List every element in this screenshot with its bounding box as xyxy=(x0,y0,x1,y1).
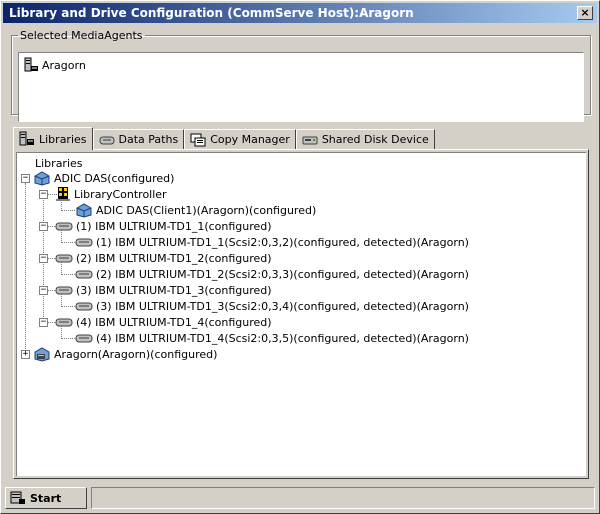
title-bar[interactable]: Library and Drive Configuration (CommSer… xyxy=(3,3,597,23)
tree-connector xyxy=(61,210,75,211)
tab-strip: Libraries Data Paths Copy Manager Shared… xyxy=(13,127,435,150)
tree-node-label: ADIC DAS(configured) xyxy=(54,171,175,185)
selected-mediaagents-label: Selected MediaAgents xyxy=(20,29,143,42)
expand-drive-3[interactable]: − xyxy=(39,286,48,295)
library-drive-config-window: Library and Drive Configuration (CommSer… xyxy=(0,0,600,514)
tree-node-drive-1[interactable]: (1) IBM ULTRIUM-TD1_1(configured) xyxy=(55,218,272,234)
tree-node-drive-4[interactable]: (4) IBM ULTRIUM-TD1_4(configured) xyxy=(55,314,272,330)
tree-node-aragorn-library[interactable]: Aragorn(Aragorn)(configured) xyxy=(33,346,217,362)
tree-node-label: (3) IBM ULTRIUM-TD1_3(configured) xyxy=(76,283,272,297)
tape-drive-icon xyxy=(75,236,93,248)
selected-mediaagents-group: Selected MediaAgents Aragorn xyxy=(11,29,591,122)
tree-node-label: Aragorn(Aragorn)(configured) xyxy=(54,347,218,361)
tape-drive-icon xyxy=(55,252,73,264)
tree-node-drive-3-detail[interactable]: (3) IBM ULTRIUM-TD1_3(Scsi2:0,3,4)(confi… xyxy=(75,298,469,314)
tape-drive-icon xyxy=(75,300,93,312)
tree-node-label: (1) IBM ULTRIUM-TD1_1(Scsi2:0,3,2)(confi… xyxy=(96,235,469,249)
tree-root-label: Libraries xyxy=(35,156,83,170)
tree-node-drive-2[interactable]: (2) IBM ULTRIUM-TD1_2(configured) xyxy=(55,250,272,266)
expand-aragorn-library[interactable]: + xyxy=(21,350,30,359)
tree-node-label: LibraryController xyxy=(74,187,167,201)
tab-shared-disk-device[interactable]: Shared Disk Device xyxy=(295,129,435,149)
libraries-tab-panel: Libraries − ADIC DAS(configured) − Libra… xyxy=(13,149,589,479)
copy-manager-icon xyxy=(190,132,206,148)
tree-node-adic-das[interactable]: ADIC DAS(configured) xyxy=(33,170,174,186)
tab-libraries[interactable]: Libraries xyxy=(13,127,93,150)
tape-drive-icon xyxy=(55,316,73,328)
library-icon xyxy=(19,131,35,147)
tree-connector xyxy=(61,306,75,307)
tree-node-drive-3[interactable]: (3) IBM ULTRIUM-TD1_3(configured) xyxy=(55,282,272,298)
status-field xyxy=(91,487,595,509)
mediaagent-label: Aragorn xyxy=(42,58,86,72)
expand-library-controller[interactable]: − xyxy=(39,190,48,199)
tab-copy-manager[interactable]: Copy Manager xyxy=(184,129,296,149)
tape-icon xyxy=(99,134,115,146)
tree-node-label: (1) IBM ULTRIUM-TD1_1(configured) xyxy=(76,219,272,233)
start-button[interactable]: Start xyxy=(5,487,87,509)
tape-drive-icon xyxy=(55,220,73,232)
tab-libraries-label: Libraries xyxy=(39,132,87,146)
mediaagents-list[interactable]: Aragorn xyxy=(18,52,584,122)
tab-data-paths-label: Data Paths xyxy=(118,133,179,146)
tree-node-controller-client[interactable]: ADIC DAS(Client1)(Aragorn)(configured) xyxy=(75,202,316,218)
expand-drive-2[interactable]: − xyxy=(39,254,48,263)
mediaagent-server-icon xyxy=(23,57,39,73)
expand-drive-1[interactable]: − xyxy=(39,222,48,231)
tab-copy-manager-label: Copy Manager xyxy=(210,133,290,146)
tree-node-label: (3) IBM ULTRIUM-TD1_3(Scsi2:0,3,4)(confi… xyxy=(96,299,469,313)
library-robot-icon xyxy=(33,170,51,186)
tape-drive-icon xyxy=(75,268,93,280)
tree-connector xyxy=(25,183,26,357)
disk-library-icon xyxy=(33,346,51,362)
tree-node-label: (2) IBM ULTRIUM-TD1_2(configured) xyxy=(76,251,272,265)
expand-adic-das[interactable]: − xyxy=(21,174,30,183)
status-bar: Start xyxy=(3,485,597,511)
library-tree[interactable]: Libraries − ADIC DAS(configured) − Libra… xyxy=(16,152,586,476)
tree-connector xyxy=(61,274,75,275)
window-title: Library and Drive Configuration (CommSer… xyxy=(9,6,414,20)
expand-drive-4[interactable]: − xyxy=(39,318,48,327)
tree-node-drive-4-detail[interactable]: (4) IBM ULTRIUM-TD1_4(Scsi2:0,3,5)(confi… xyxy=(75,330,469,346)
disk-icon xyxy=(302,134,318,146)
tree-connector xyxy=(61,338,75,339)
close-button[interactable]: × xyxy=(577,6,593,20)
library-robot-icon xyxy=(75,202,93,218)
tree-node-label: (4) IBM ULTRIUM-TD1_4(configured) xyxy=(76,315,272,329)
tab-data-paths[interactable]: Data Paths xyxy=(92,129,185,149)
library-controller-icon xyxy=(55,186,71,202)
tree-root-libraries[interactable]: Libraries xyxy=(35,155,83,171)
start-icon xyxy=(10,491,26,505)
tree-node-label: (2) IBM ULTRIUM-TD1_2(Scsi2:0,3,3)(confi… xyxy=(96,267,469,281)
tape-drive-icon xyxy=(75,332,93,344)
tab-shared-disk-device-label: Shared Disk Device xyxy=(321,133,429,146)
start-button-label: Start xyxy=(30,491,62,505)
tree-node-drive-1-detail[interactable]: (1) IBM ULTRIUM-TD1_1(Scsi2:0,3,2)(confi… xyxy=(75,234,469,250)
tree-node-label: ADIC DAS(Client1)(Aragorn)(configured) xyxy=(96,203,317,217)
tree-node-label: (4) IBM ULTRIUM-TD1_4(Scsi2:0,3,5)(confi… xyxy=(96,331,469,345)
tree-connector xyxy=(61,242,75,243)
tree-node-drive-2-detail[interactable]: (2) IBM ULTRIUM-TD1_2(Scsi2:0,3,3)(confi… xyxy=(75,266,469,282)
mediaagent-item[interactable]: Aragorn xyxy=(23,57,86,73)
tree-node-library-controller[interactable]: LibraryController xyxy=(55,186,167,202)
tape-drive-icon xyxy=(55,284,73,296)
